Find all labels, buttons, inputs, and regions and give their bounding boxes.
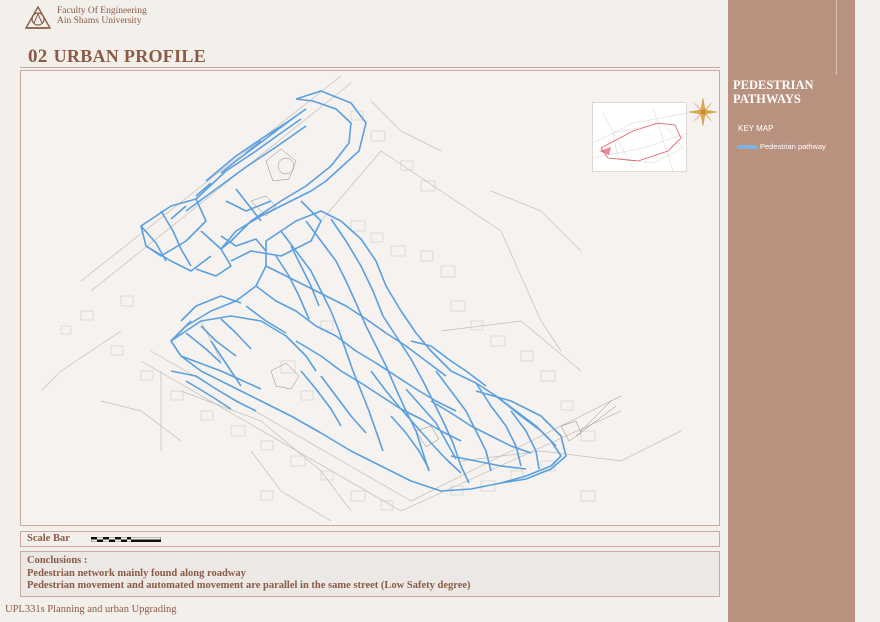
north-arrow-icon	[688, 97, 718, 127]
faculty-label: Faculty Of Engineering	[57, 6, 147, 16]
key-map-label: KEY MAP	[738, 124, 774, 133]
conclusion-line-1: Pedestrian network mainly found along ro…	[27, 567, 246, 579]
section-title: 02 URBAN PROFILE	[28, 46, 206, 68]
scale-bar-label: Scale Bar	[27, 533, 70, 544]
course-footer: UPL331s Planning and urban Upgrading	[5, 604, 177, 615]
title-divider	[20, 67, 720, 68]
key-map-drawing	[592, 107, 689, 172]
scale-bar-graphic	[91, 537, 161, 542]
sidebar-title-line1: PEDESTRIAN	[733, 78, 814, 92]
key-map	[592, 102, 689, 172]
legend-label: Pedestrian pathway	[760, 142, 826, 151]
conclusion-line-2: Pedestrian movement and automated moveme…	[27, 580, 471, 591]
sidebar-divider	[836, 0, 837, 75]
section-number: 02	[28, 46, 48, 67]
sidebar-title-line2: PATHWAYS	[733, 92, 801, 106]
university-logo	[24, 5, 52, 29]
university-label: Ain Shams University	[57, 16, 142, 26]
conclusions-heading: Conclusions :	[27, 555, 88, 566]
pedestrian-path-swatch	[737, 144, 757, 149]
conclusions-panel: Conclusions : Pedestrian network mainly …	[20, 551, 720, 597]
section-title-text: URBAN PROFILE	[53, 46, 207, 66]
university-name: Faculty Of Engineering Ain Shams Univers…	[57, 6, 147, 26]
sidebar-title: PEDESTRIAN PATHWAYS	[733, 78, 814, 106]
scale-bar-panel: Scale Bar	[20, 531, 720, 547]
legend-item: Pedestrian pathway	[737, 142, 826, 151]
